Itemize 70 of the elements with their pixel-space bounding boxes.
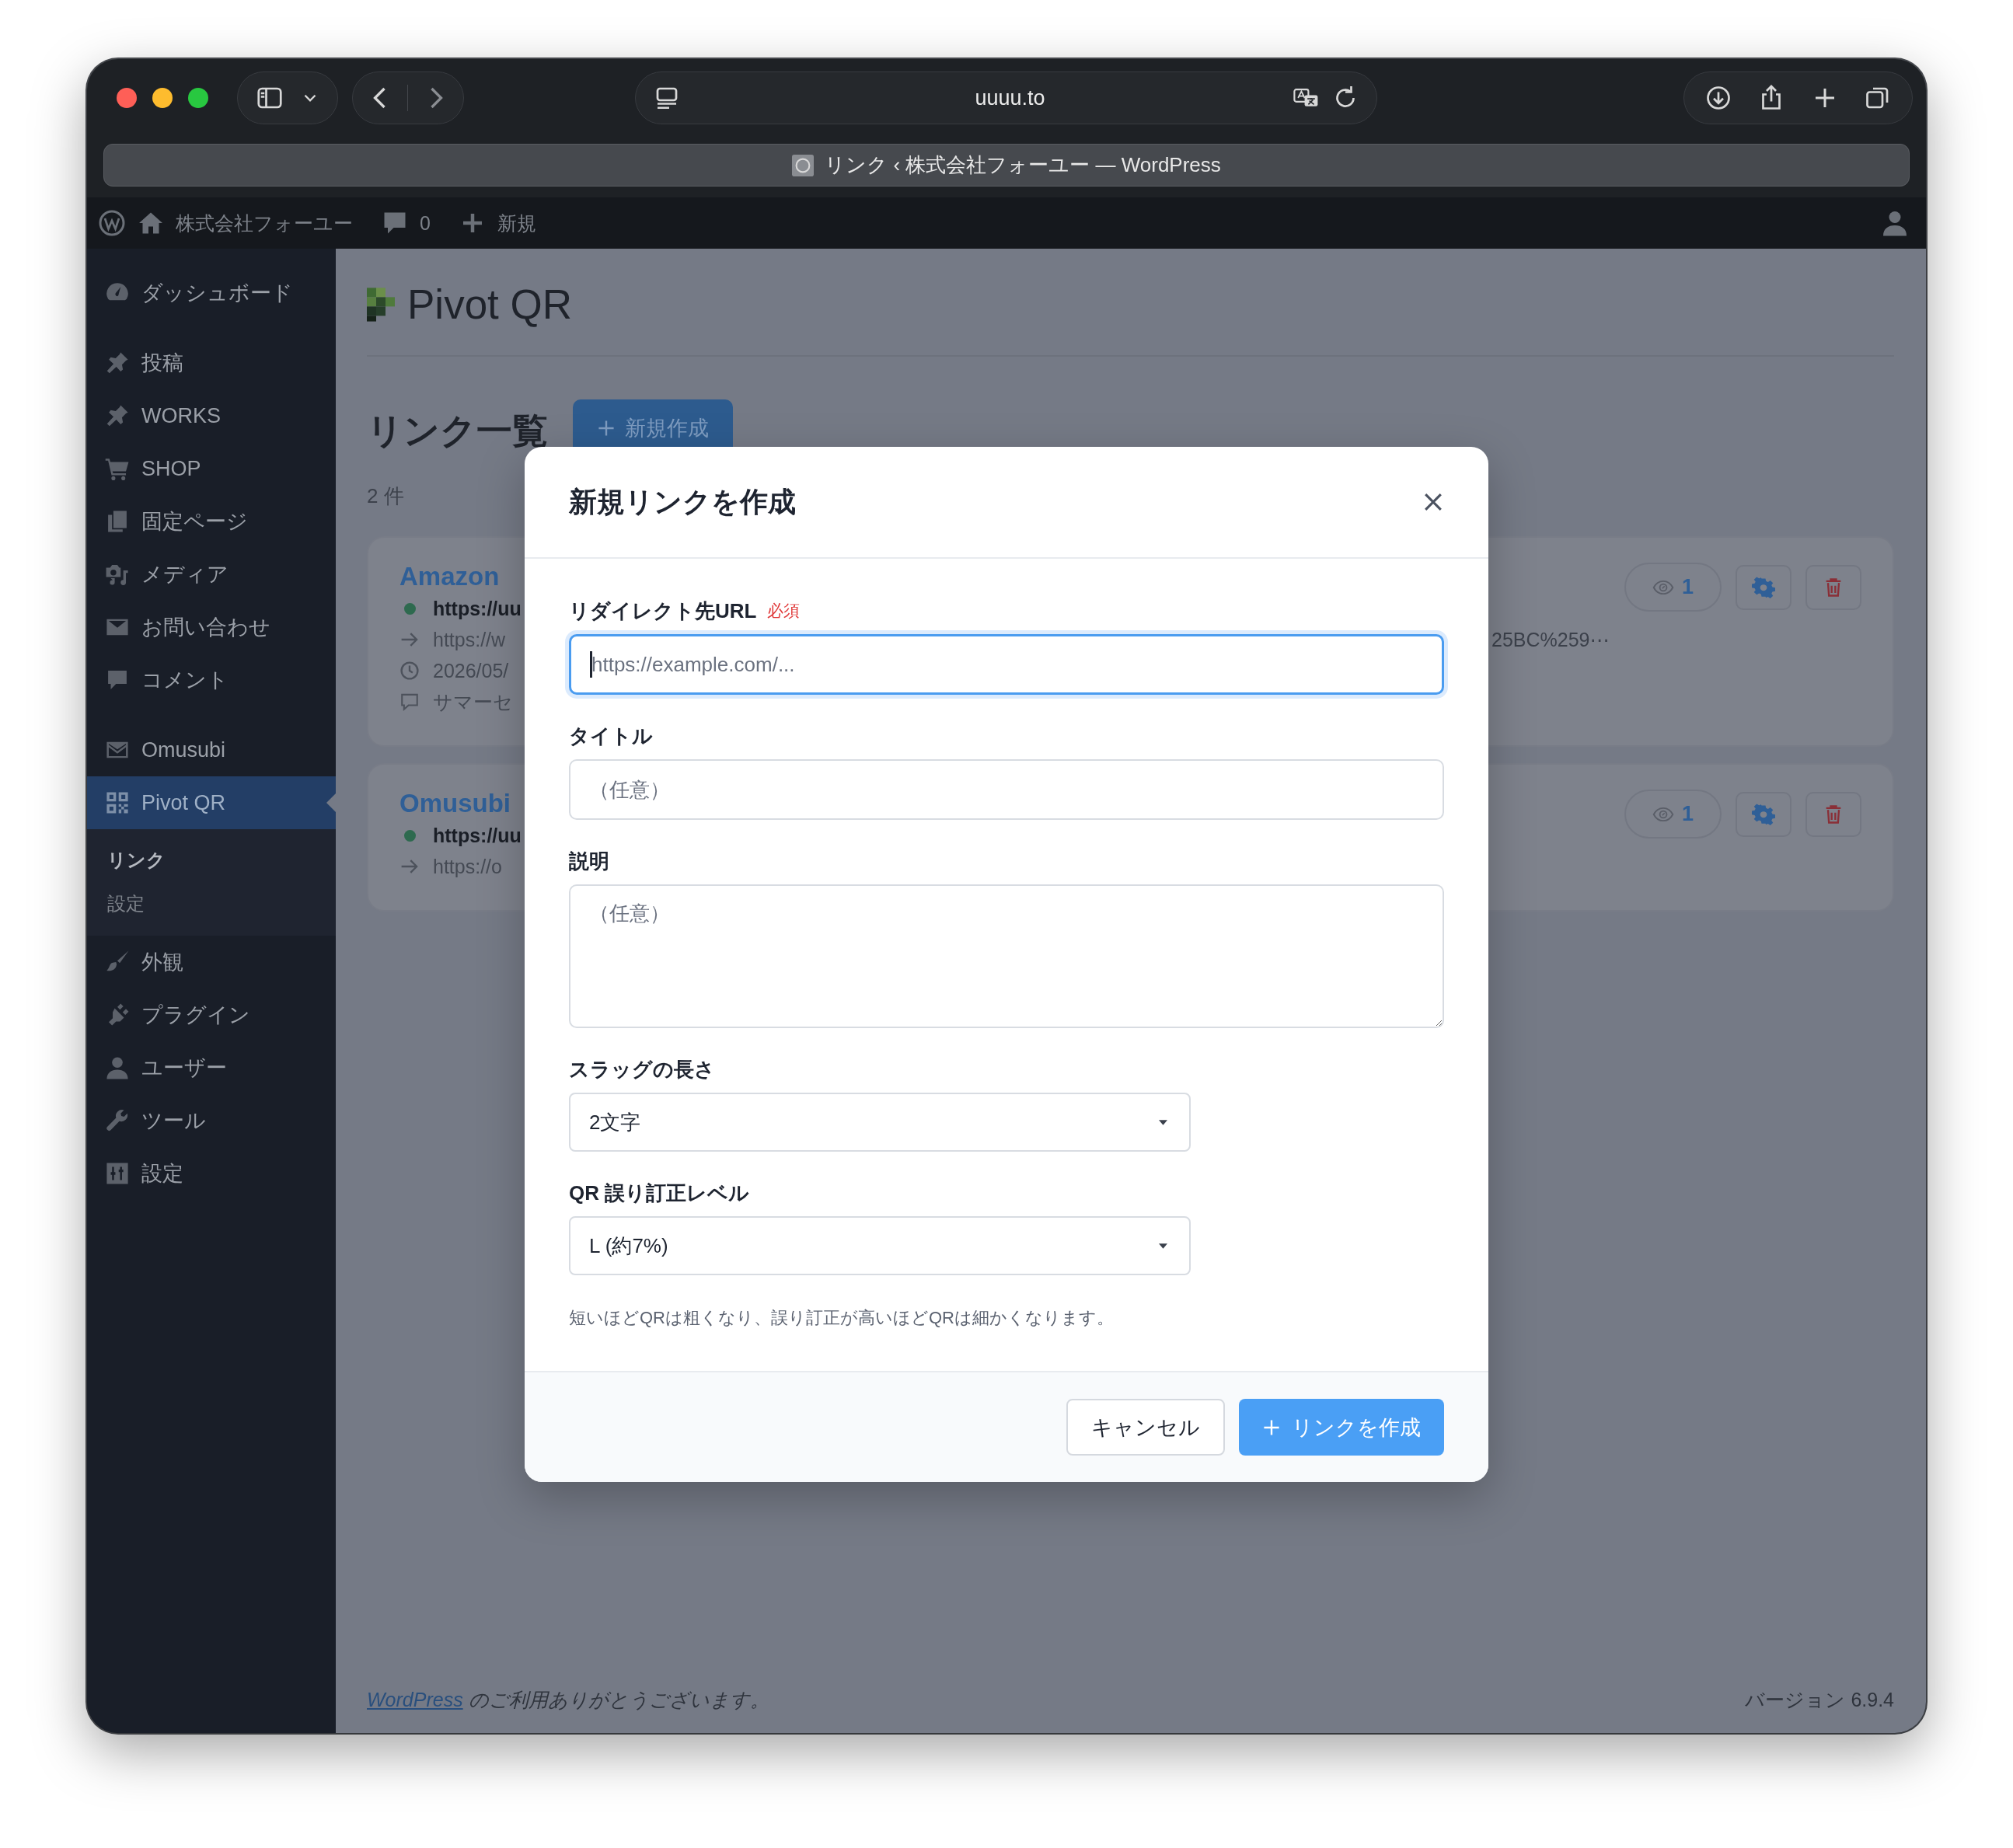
clock-icon [399,661,420,681]
short-url-link[interactable]: https://uu [433,824,525,847]
close-icon [1422,491,1444,513]
link-count: 2 件 [367,484,404,507]
footer-thanks: WordPress のご利用ありがとうございます。 [367,1688,769,1712]
view-count: 1 [1624,790,1722,839]
plus-icon [597,418,616,438]
gear-icon [1752,802,1775,826]
user-icon[interactable] [1881,209,1909,237]
view-count: 1 [1624,563,1722,612]
sidebar-item[interactable]: メディア [87,548,336,601]
date-text: 2026/05/ [433,659,510,682]
close-window-button[interactable] [117,88,137,108]
logo-mark-icon [367,288,395,322]
sidebar-item[interactable]: ユーザー [87,1041,336,1094]
sidebar-item[interactable]: WORKS [87,389,336,442]
address-text: uuuu.to [974,85,1046,110]
field-label: スラッグの長さ [569,1057,715,1083]
sidebar-item[interactable]: 設定 [87,1147,336,1200]
plugin-logo-text: Pivot QR [407,283,573,326]
select-field[interactable]: 2文字 [569,1093,1191,1152]
favicon-icon [792,154,815,176]
version-text: バージョン 6.9.4 [1745,1688,1894,1712]
sidebar-item[interactable]: ダッシュボード [87,267,336,319]
minimize-window-button[interactable] [152,88,173,108]
sidebar-item[interactable]: 投稿 [87,336,336,389]
sliders-icon [104,1160,131,1187]
sidebar-item[interactable]: 固定ページ [87,495,336,548]
address-bar[interactable]: uuuu.to [635,71,1377,124]
destination-url: https://w [433,628,507,651]
browser-tab[interactable]: リンク ‹ 株式会社フォーユー — WordPress [103,144,1910,187]
note-text: サマーセ [433,689,514,714]
new-content-link[interactable]: 新規 [497,210,536,236]
page-heading: リンク一覧 [367,409,548,452]
submenu-item[interactable]: 設定 [87,882,336,926]
sidebar-item[interactable]: コメント [87,654,336,706]
short-url-link[interactable]: https://uu [433,597,525,620]
help-text: 短いほどQRは粗くなり、誤り訂正が高いほどQRは細かくなります。 [569,1307,1115,1329]
tab-title: リンク ‹ 株式会社フォーユー — WordPress [825,152,1221,178]
speech-bubble-icon [399,692,420,712]
plus-icon [1262,1417,1281,1437]
gear-icon [1752,575,1775,599]
text-cursor [590,651,592,678]
sidebar-item[interactable]: SHOP [87,442,336,495]
site-name-link[interactable]: 株式会社フォーユー [176,210,353,236]
submenu-item[interactable]: リンク [87,839,336,882]
required-label: 必須 [767,601,801,621]
destination-url: https://o [433,855,503,878]
field-label: タイトル [569,724,653,749]
cancel-button[interactable]: キャンセル [1066,1399,1225,1456]
destination-url: 25BC%259⋯ [1491,628,1610,651]
sidebar-item[interactable]: 外観 [87,936,336,989]
sidebar-item[interactable]: お問い合わせ [87,601,336,654]
sidebar-item[interactable]: ツール [87,1094,336,1147]
sidebar-item[interactable]: Omusubi [87,724,336,776]
caret-icon [1159,1119,1167,1125]
logo-icon[interactable] [98,209,126,237]
zoom-window-button[interactable] [188,88,208,108]
field-label: リダイレクト先URL [569,598,757,624]
dialog-title: 新規リンクを作成 [569,484,796,519]
caret-icon [1159,1243,1167,1249]
select-field[interactable]: L (約7%) [569,1216,1191,1275]
comment-count[interactable]: 0 [420,211,431,235]
field-label: 説明 [569,849,609,874]
sidebar-item[interactable]: Pivot QR [87,776,336,829]
field-label: QR 誤り訂正レベル [569,1180,750,1206]
text-field[interactable]: https://example.com/... [569,634,1444,695]
qr-code-icon [104,790,131,816]
sidebar-item[interactable]: プラグイン [87,989,336,1041]
textarea-field[interactable]: （任意） [569,884,1444,1028]
